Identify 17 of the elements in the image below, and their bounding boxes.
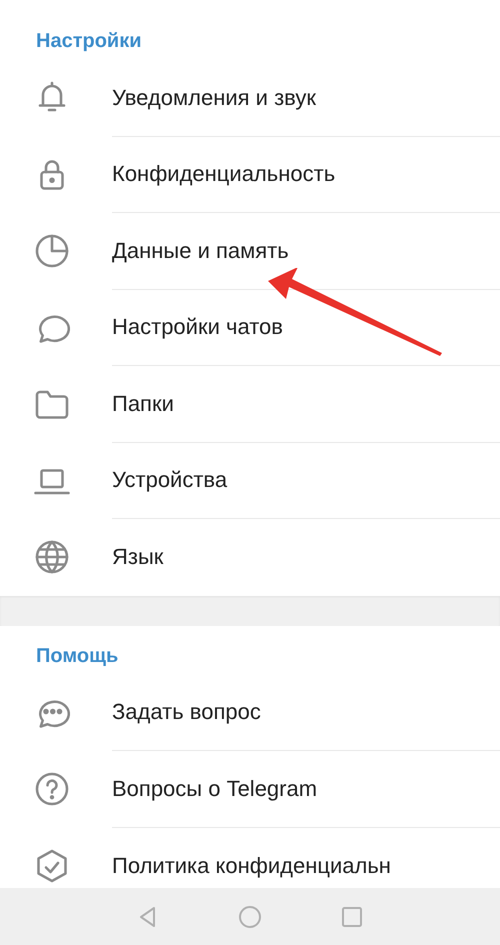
settings-item[interactable]: Политика конфиденциальн [112,852,391,879]
settings-item[interactable]: Конфиденциальность [112,161,336,188]
settings-item[interactable]: Уведомления и звук [112,84,316,111]
settings-item[interactable]: Язык [112,544,164,570]
settings-item[interactable]: Вопросы о Telegram [112,776,318,802]
settings-item[interactable]: Устройства [112,467,228,494]
section-title: Настройки [36,29,142,54]
question-icon [34,771,70,808]
section-title: Помощь [36,644,118,668]
settings-item[interactable]: Папки [112,390,174,417]
settings-item[interactable]: Данные и память [112,238,289,264]
settings-item[interactable]: Настройки чатов [112,314,283,340]
globe-icon [34,539,70,576]
shield-check-icon [34,848,70,884]
pie-chart-icon [34,233,70,270]
home-icon[interactable] [237,904,263,930]
settings-item[interactable]: Задать вопрос [112,699,261,726]
